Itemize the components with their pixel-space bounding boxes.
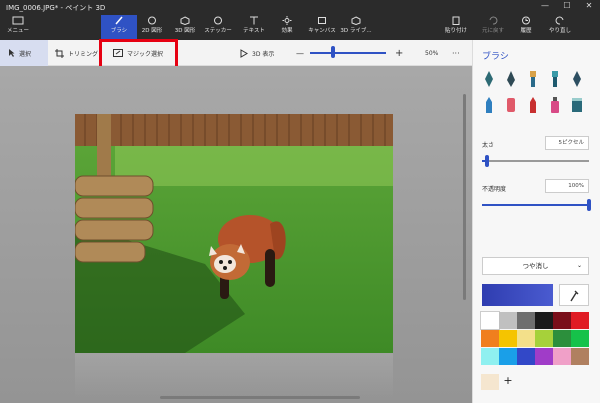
opacity-slider-thumb[interactable] [587, 199, 591, 211]
vertical-scrollbar[interactable] [463, 94, 466, 300]
color-swatch[interactable] [499, 348, 517, 365]
tab-text[interactable]: テキスト [236, 15, 272, 39]
clipboard-icon [452, 16, 460, 25]
eyedropper-icon [570, 290, 579, 302]
color-swatch[interactable] [535, 312, 553, 329]
minimize-button[interactable]: — [534, 0, 556, 14]
color-swatch[interactable] [553, 312, 571, 329]
zoom-percentage: 50% [425, 49, 439, 57]
thickness-slider-thumb[interactable] [485, 155, 490, 167]
color-swatch[interactable] [553, 330, 571, 347]
chevron-down-icon: ⌄ [576, 262, 582, 269]
history-icon [522, 16, 530, 25]
color-swatch[interactable] [535, 348, 553, 365]
opacity-input[interactable]: 100% [545, 179, 589, 193]
tab-brushes[interactable]: ブラシ [101, 15, 137, 39]
photo-image [75, 114, 393, 353]
history-button[interactable]: 履歴 [508, 15, 544, 39]
color-swatch[interactable] [480, 311, 500, 330]
maximize-button[interactable]: ☐ [556, 0, 578, 14]
oil-brush-icon[interactable] [525, 70, 541, 88]
brush-panel: ブラシ 太さ 5ピクセル 不透明度 100% つや消し ⌄ + [472, 40, 600, 403]
2d-shapes-icon [148, 16, 156, 25]
crop-button[interactable]: トリミング [55, 46, 98, 60]
zoom-slider-thumb[interactable] [330, 46, 335, 58]
color-swatch[interactable] [571, 348, 589, 365]
text-icon [250, 16, 258, 25]
tab-effects[interactable]: 効果 [269, 15, 305, 39]
horizontal-scrollbar[interactable] [160, 396, 360, 399]
undo-button[interactable]: 元に戻す [475, 15, 511, 39]
menu-button[interactable]: メニュー [0, 15, 36, 39]
watercolor-brush-icon[interactable] [547, 70, 563, 88]
tab-2d-shapes[interactable]: 2D 図形 [134, 15, 170, 39]
undo-icon [489, 16, 498, 25]
brush-icon [115, 16, 123, 25]
color-swatch[interactable] [571, 330, 589, 347]
color-swatch[interactable] [481, 330, 499, 347]
window-controls: — ☐ ✕ [534, 0, 600, 14]
red-panda-photo[interactable] [75, 114, 393, 353]
color-swatch[interactable] [517, 330, 535, 347]
cursor-icon [9, 49, 15, 57]
paste-button[interactable]: 貼り付け [438, 15, 474, 39]
current-color-swatch[interactable] [482, 284, 553, 306]
3d-library-icon [351, 16, 361, 25]
finish-value: つや消し [522, 262, 549, 270]
opacity-slider-track[interactable] [482, 204, 589, 206]
color-swatch[interactable] [481, 348, 499, 365]
close-button[interactable]: ✕ [578, 0, 600, 14]
custom-color-swatch[interactable] [481, 374, 499, 390]
crop-icon [55, 48, 64, 58]
color-swatch[interactable] [499, 330, 517, 347]
crayon-icon[interactable] [525, 96, 541, 114]
fill-bucket-icon[interactable] [569, 96, 585, 114]
pixel-pen-icon[interactable] [569, 70, 585, 88]
color-swatch[interactable] [553, 348, 571, 365]
eyedropper-button[interactable] [559, 284, 589, 306]
color-swatch[interactable] [499, 312, 517, 329]
thickness-input[interactable]: 5ピクセル [545, 136, 589, 150]
zoom-out-button[interactable]: — [296, 46, 304, 60]
sun-icon [282, 16, 292, 25]
marker-brush-icon[interactable] [481, 70, 497, 88]
panel-title: ブラシ [482, 52, 509, 62]
thickness-label: 太さ [482, 142, 495, 149]
pencil-icon[interactable] [481, 96, 497, 114]
add-color-button[interactable]: + [499, 374, 517, 390]
finish-dropdown[interactable]: つや消し ⌄ [482, 257, 589, 275]
3d-view-icon [240, 48, 248, 58]
toolbar: 選択 トリミング マジック選択 3D 表示 — + 50% ··· [0, 40, 472, 66]
tab-3d-shapes[interactable]: 3D 図形 [167, 15, 203, 39]
canvas-reflection [75, 353, 393, 397]
redo-icon [555, 16, 564, 25]
custom-color-row: + [481, 374, 517, 390]
3d-view-button[interactable]: 3D 表示 [240, 46, 274, 60]
folder-icon [12, 16, 24, 25]
color-swatch[interactable] [517, 348, 535, 365]
ribbon: IMG_0006.JPG* - ペイント 3D — ☐ ✕ メニュー ブラシ 2… [0, 0, 600, 40]
eraser-icon[interactable] [503, 96, 519, 114]
thickness-slider-track[interactable] [482, 160, 589, 162]
color-palette [480, 311, 591, 365]
more-button[interactable]: ··· [452, 46, 460, 60]
cube-icon [180, 16, 190, 25]
color-swatch[interactable] [571, 312, 589, 329]
calligraphy-pen-icon[interactable] [503, 70, 519, 88]
select-button[interactable]: 選択 [0, 40, 48, 66]
tab-stickers[interactable]: ステッカー [200, 15, 236, 39]
tab-3d-library[interactable]: 3D ライブ... [338, 15, 374, 39]
sticker-icon [214, 16, 222, 25]
opacity-label: 不透明度 [482, 186, 507, 193]
color-swatch[interactable] [517, 312, 535, 329]
tab-canvas[interactable]: キャンバス [304, 15, 340, 39]
color-swatch[interactable] [535, 330, 553, 347]
spray-can-icon[interactable] [547, 96, 563, 114]
canvas-icon [318, 17, 326, 24]
redo-button[interactable]: やり直し [542, 15, 578, 39]
window-title: IMG_0006.JPG* - ペイント 3D [6, 4, 106, 12]
zoom-slider-track[interactable] [310, 52, 386, 54]
zoom-in-button[interactable]: + [395, 46, 403, 60]
